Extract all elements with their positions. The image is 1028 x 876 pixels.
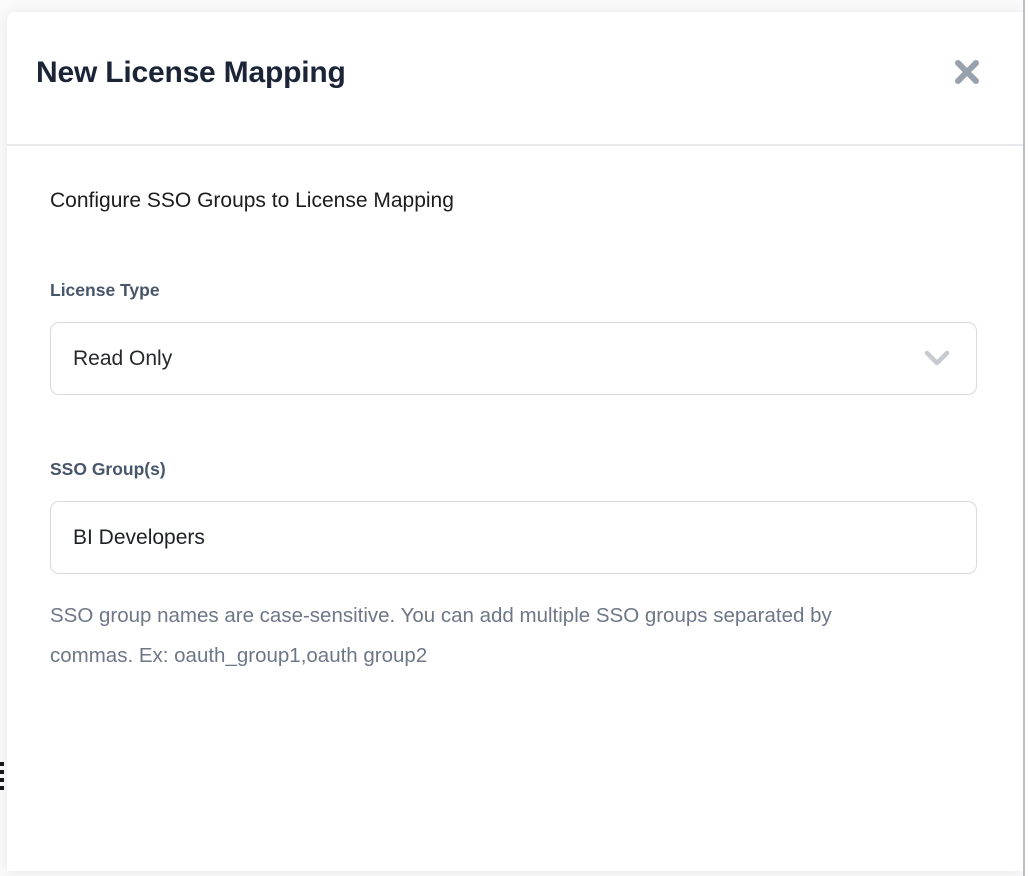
x-icon: [952, 57, 982, 87]
sso-groups-help-text: SSO group names are case-sensitive. You …: [50, 596, 900, 676]
modal-description: Configure SSO Groups to License Mapping: [50, 189, 977, 213]
background-list-icon-fragment: [0, 762, 4, 790]
chevron-down-icon: [924, 350, 950, 368]
new-license-mapping-modal: New License Mapping Configure SSO Groups…: [7, 12, 1023, 871]
license-type-selected-value: Read Only: [73, 347, 172, 371]
page-background: New License Mapping Configure SSO Groups…: [0, 0, 1028, 876]
modal-title: New License Mapping: [36, 50, 983, 90]
sso-groups-label: SSO Group(s): [50, 459, 977, 480]
sso-groups-input[interactable]: [50, 501, 977, 574]
modal-body: Configure SSO Groups to License Mapping …: [7, 146, 1023, 676]
scrollbar-track[interactable]: [1023, 0, 1028, 876]
license-type-select[interactable]: Read Only: [50, 322, 977, 395]
close-button[interactable]: [949, 54, 985, 90]
license-type-label: License Type: [50, 280, 977, 301]
modal-header: New License Mapping: [7, 12, 1023, 146]
